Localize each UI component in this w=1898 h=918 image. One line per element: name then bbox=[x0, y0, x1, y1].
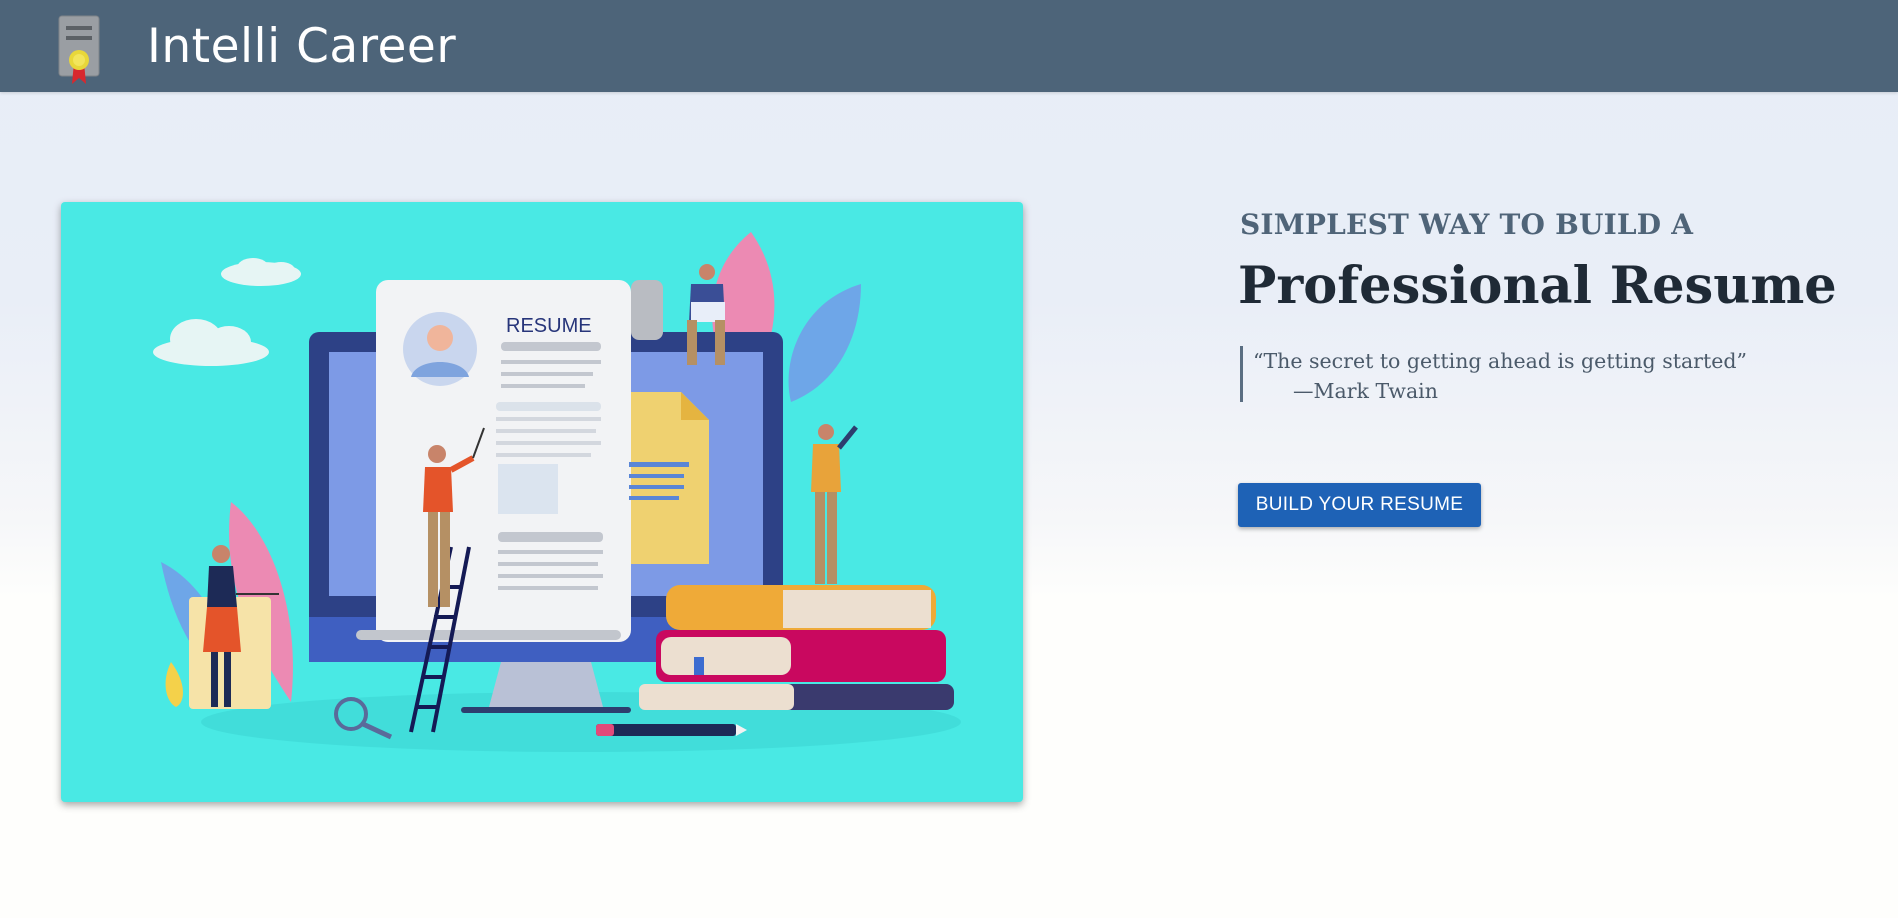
hero-quote: “The secret to getting ahead is getting … bbox=[1240, 346, 1747, 403]
quote-author: —Mark Twain bbox=[1293, 379, 1438, 403]
quote-text: “The secret to getting ahead is getting … bbox=[1253, 349, 1747, 373]
hero-headline: Professional Resume bbox=[1238, 256, 1837, 316]
top-navbar: Intelli Career bbox=[0, 0, 1898, 92]
hero-tagline: SIMPLEST WAY TO BUILD A bbox=[1240, 208, 1694, 241]
certificate-icon[interactable] bbox=[56, 14, 102, 86]
build-resume-button[interactable]: BUILD YOUR RESUME bbox=[1238, 483, 1481, 527]
hero-illustration: RESUME bbox=[61, 202, 1023, 802]
resume-label: RESUME bbox=[506, 315, 592, 337]
brand-title[interactable]: Intelli Career bbox=[147, 19, 456, 74]
